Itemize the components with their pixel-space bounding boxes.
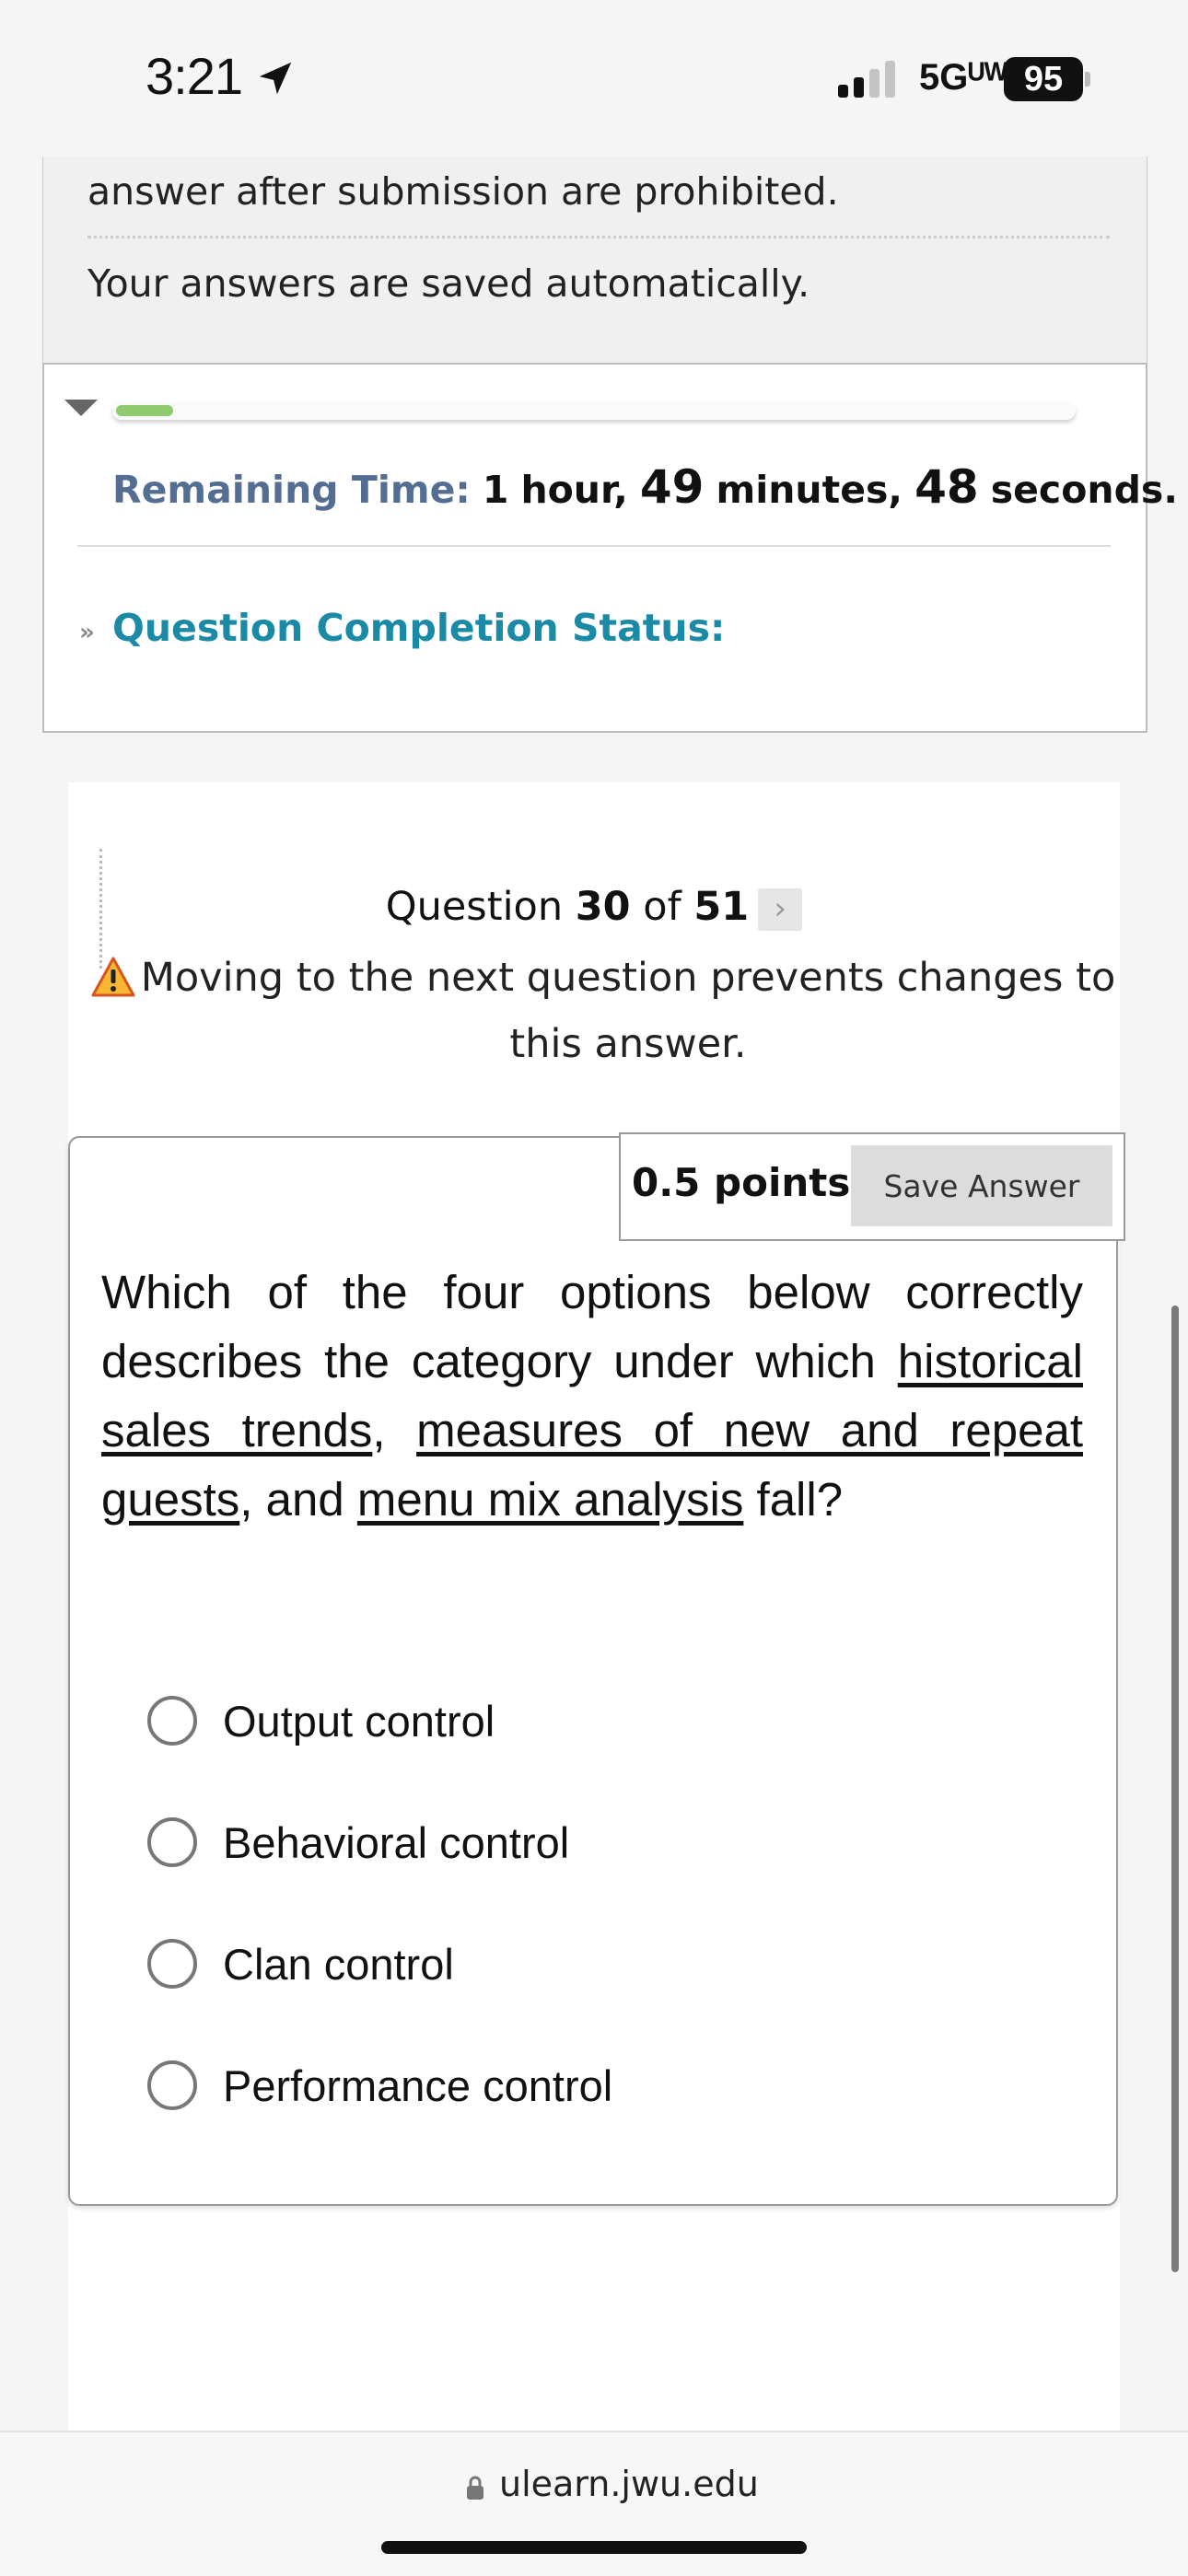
cellular-signal-icon bbox=[838, 61, 895, 98]
instructions-line: answer after submission are prohibited. bbox=[87, 169, 839, 214]
status-bar: 3:21 5Gᵁᵂ 95 bbox=[0, 0, 1188, 157]
scrollbar[interactable] bbox=[1171, 1305, 1179, 2272]
network-type: 5Gᵁᵂ bbox=[919, 57, 1008, 98]
radio-button[interactable] bbox=[147, 1696, 197, 1746]
answer-option-output-control[interactable]: Output control bbox=[147, 1688, 495, 1753]
seconds-value: 48 bbox=[914, 460, 979, 514]
question-points: 0.5 points bbox=[632, 1160, 851, 1205]
home-indicator[interactable] bbox=[381, 2541, 807, 2554]
points-save-box: 0.5 points Save Answer bbox=[619, 1132, 1125, 1241]
question-completion-status-toggle[interactable]: Question Completion Status: bbox=[112, 606, 725, 650]
seconds-unit: seconds. bbox=[990, 468, 1178, 512]
question-card: Which of the four options below correctl… bbox=[68, 1136, 1118, 2206]
hours-unit: hour, bbox=[520, 468, 628, 512]
radio-button[interactable] bbox=[147, 1817, 197, 1867]
next-question-chevron-right-icon[interactable]: › bbox=[758, 888, 803, 931]
remaining-time: Remaining Time: 1 hour, 49 minutes, 48 s… bbox=[112, 460, 1178, 514]
option-label: Behavioral control bbox=[223, 1817, 570, 1867]
time-progress-bar bbox=[112, 401, 1076, 420]
question-text-part: fall? bbox=[743, 1473, 844, 1526]
option-label: Clan control bbox=[223, 1939, 454, 1989]
minutes-unit: minutes, bbox=[716, 468, 903, 512]
current-question-number: 30 bbox=[575, 884, 631, 930]
answer-option-performance-control[interactable]: Performance control bbox=[147, 2053, 612, 2118]
divider bbox=[77, 545, 1111, 547]
warning-icon bbox=[91, 957, 135, 997]
lock-icon bbox=[467, 2476, 483, 2500]
divider bbox=[87, 236, 1110, 238]
question-of: of bbox=[643, 884, 681, 930]
option-label: Output control bbox=[223, 1696, 495, 1746]
double-chevron-down-icon[interactable]: » bbox=[79, 619, 95, 646]
browser-url-bar[interactable]: ulearn.jwu.edu bbox=[0, 2431, 1188, 2576]
time-progress-fill bbox=[116, 405, 173, 416]
question-text-part: , bbox=[372, 1404, 417, 1456]
collapse-triangle-icon[interactable] bbox=[64, 400, 98, 416]
answer-option-clan-control[interactable]: Clan control bbox=[147, 1932, 454, 1996]
term-menu-mix-analysis: menu mix analysis bbox=[356, 1473, 744, 1526]
battery-level: 95 bbox=[1023, 60, 1064, 99]
battery-nub bbox=[1085, 72, 1090, 87]
total-questions: 51 bbox=[693, 884, 750, 930]
save-answer-button[interactable]: Save Answer bbox=[851, 1145, 1112, 1226]
question-text-part: , and bbox=[239, 1473, 357, 1526]
radio-button[interactable] bbox=[147, 1939, 197, 1989]
question-prefix: Question bbox=[385, 884, 564, 930]
battery-icon: 95 bbox=[1004, 57, 1083, 101]
remaining-time-label: Remaining Time: bbox=[112, 468, 471, 512]
minutes-value: 49 bbox=[639, 460, 705, 514]
timer-panel: Remaining Time: 1 hour, 49 minutes, 48 s… bbox=[42, 363, 1178, 733]
clock: 3:21 bbox=[146, 47, 243, 105]
question-text: Which of the four options below correctl… bbox=[101, 1258, 1083, 1534]
location-arrow-icon bbox=[259, 62, 292, 95]
radio-button[interactable] bbox=[147, 2060, 197, 2110]
url-text: ulearn.jwu.edu bbox=[499, 2464, 759, 2504]
hours-value: 1 bbox=[482, 468, 509, 512]
instructions-panel: answer after submission are prohibited. … bbox=[42, 157, 1147, 365]
navigation-warning: Moving to the next question prevents cha… bbox=[140, 955, 1116, 1067]
option-label: Performance control bbox=[223, 2060, 613, 2110]
instructions-line: Your answers are saved automatically. bbox=[87, 261, 810, 306]
answer-option-behavioral-control[interactable]: Behavioral control bbox=[147, 1810, 569, 1874]
question-counter: Question 30 of 51 › bbox=[68, 884, 1120, 931]
